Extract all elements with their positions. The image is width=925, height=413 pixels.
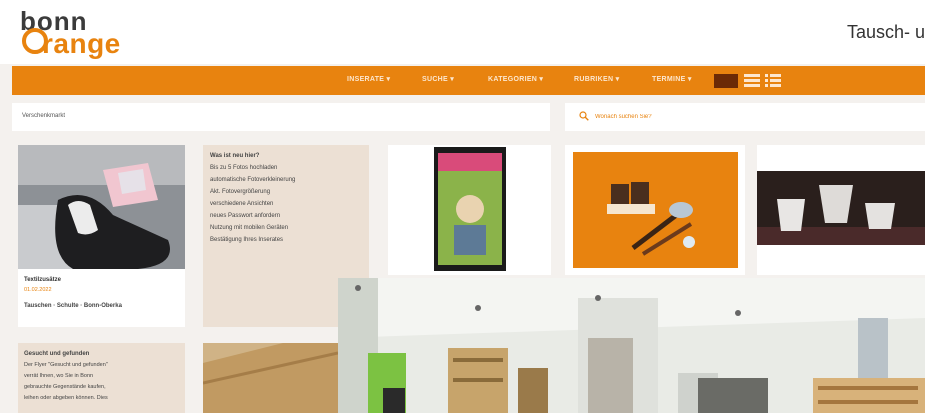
main-navigation: INSERATE ▾ SUCHE ▾ KATEGORIEN ▾ RUBRIKEN… [12, 66, 925, 95]
listing-photo-bowls[interactable] [757, 171, 925, 245]
search-icon[interactable] [579, 111, 589, 121]
found-title: Gesucht und gefunden [24, 351, 90, 357]
info-line: Bestätigung Ihres Inserates [210, 237, 284, 243]
list-view-icon[interactable] [765, 74, 781, 88]
listing-photo-shoes[interactable] [573, 152, 738, 268]
tile-view-icon[interactable] [714, 74, 738, 88]
info-card-found: Gesucht und gefunden Der Flyer "Gesucht … [18, 343, 185, 413]
info-line: verschiedene Ansichten [210, 201, 274, 207]
found-line: verrät Ihnen, wo Sie in Bonn [24, 373, 94, 379]
listing-photo-book[interactable] [434, 147, 506, 271]
info-line: neues Passwort anfordern [210, 213, 281, 219]
breadcrumb: Verschenkmarkt [12, 103, 550, 131]
info-line: Bis zu 5 Fotos hochladen [210, 165, 278, 171]
listing-card-shoes[interactable] [565, 145, 745, 275]
listing-card-gloves[interactable]: Textilzusätze 01.02.2022 Tauschen · Schu… [18, 145, 185, 327]
site-header: bonn range Tausch- u [0, 0, 925, 64]
bonn-orange-logo[interactable]: bonn range [20, 6, 190, 62]
nav-item-rubriken[interactable]: RUBRIKEN ▾ [574, 75, 619, 83]
nav-item-inserate[interactable]: INSERATE ▾ [347, 75, 390, 83]
listing-title: Textilzusätze [24, 277, 61, 283]
nav-item-kategorien[interactable]: KATEGORIEN ▾ [488, 75, 543, 83]
search-bar [565, 103, 925, 131]
listing-date: 01.02.2022 [24, 287, 52, 293]
listing-photo-gloves[interactable] [18, 145, 185, 269]
listing-photo-wood[interactable] [203, 343, 338, 413]
info-line: automatische Fotoverkleinerung [210, 177, 296, 183]
listing-card-wood[interactable] [203, 343, 338, 413]
info-title: Was ist neu hier? [210, 153, 260, 159]
found-line: Der Flyer "Gesucht und gefunden" [24, 362, 108, 368]
site-tagline: Tausch- u [846, 22, 925, 42]
found-line: leihen oder abgeben können. Dies [24, 395, 108, 401]
listing-card-book[interactable] [388, 145, 551, 275]
found-line: gebrauchte Gegenstände kaufen, [24, 384, 106, 390]
store-interior-image [338, 278, 925, 413]
listing-tags: Tauschen · Schulte · Bonn-Oberka [24, 303, 122, 309]
info-line: Akt. Fotovergrößerung [210, 189, 271, 195]
nav-item-termine[interactable]: TERMINE ▾ [652, 75, 692, 83]
breadcrumb-label[interactable]: Verschenkmarkt [22, 113, 65, 119]
info-line: Nutzung mit mobilen Geräten [210, 225, 289, 231]
grid-view-icon[interactable] [744, 74, 760, 88]
listing-card-bowls[interactable] [757, 145, 925, 275]
nav-item-suche[interactable]: SUCHE ▾ [422, 75, 454, 83]
store-interior-photo[interactable] [338, 278, 925, 413]
logo-text-bottom: range [42, 28, 121, 59]
search-input[interactable] [595, 110, 895, 124]
